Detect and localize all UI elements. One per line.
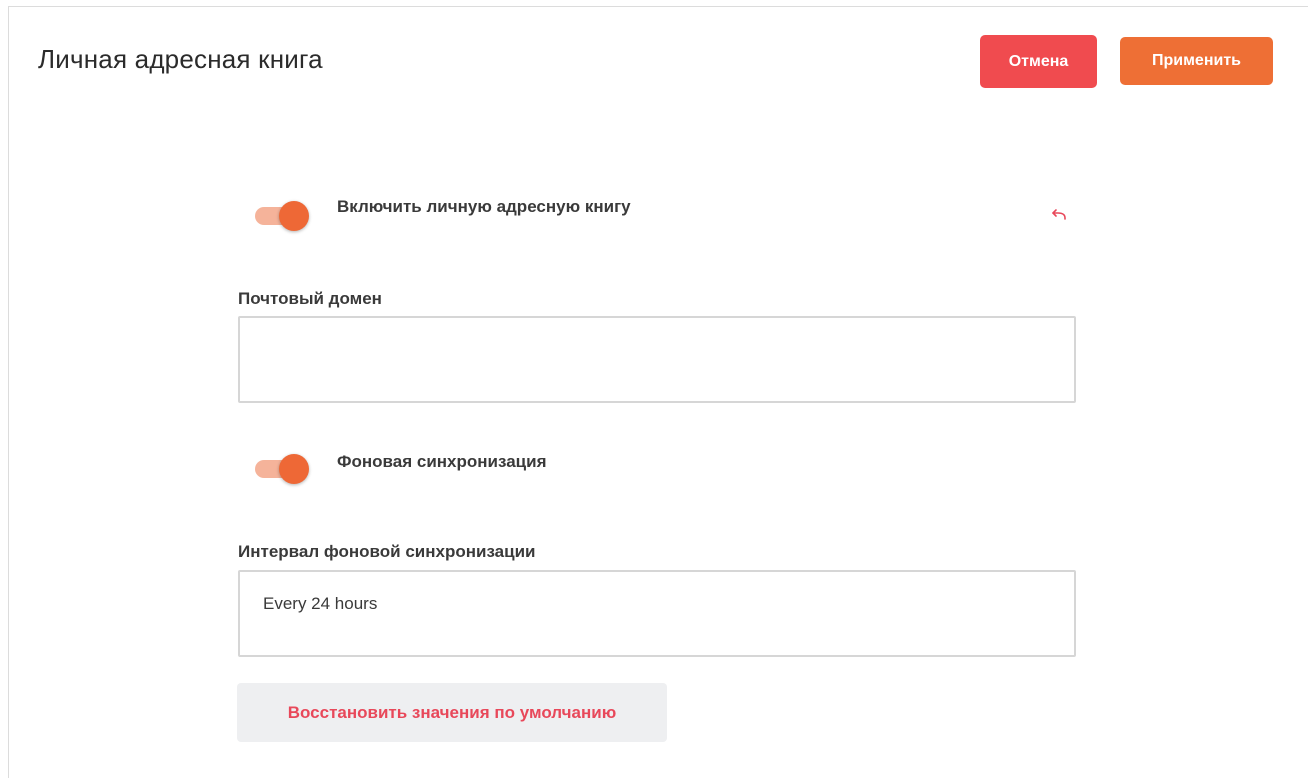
page-title: Личная адресная книга [38,44,323,74]
cancel-button[interactable]: Отмена [980,35,1097,88]
sync-interval-field[interactable]: Every 24 hours [238,570,1076,657]
sync-interval-label: Интервал фоновой синхронизации [238,542,536,561]
enable-address-book-label: Включить личную адресную книгу [337,197,631,216]
background-sync-label: Фоновая синхронизация [337,452,547,471]
mail-domain-field[interactable] [238,316,1076,403]
toggle-knob [279,454,309,484]
apply-button[interactable]: Применить [1120,37,1273,85]
restore-defaults-button[interactable]: Восстановить значения по умолчанию [237,683,667,742]
enable-address-book-toggle[interactable] [255,196,311,236]
undo-arrow-icon[interactable] [1050,207,1068,223]
mail-domain-label: Почтовый домен [238,289,382,308]
background-sync-toggle[interactable] [255,449,311,489]
toggle-knob [279,201,309,231]
